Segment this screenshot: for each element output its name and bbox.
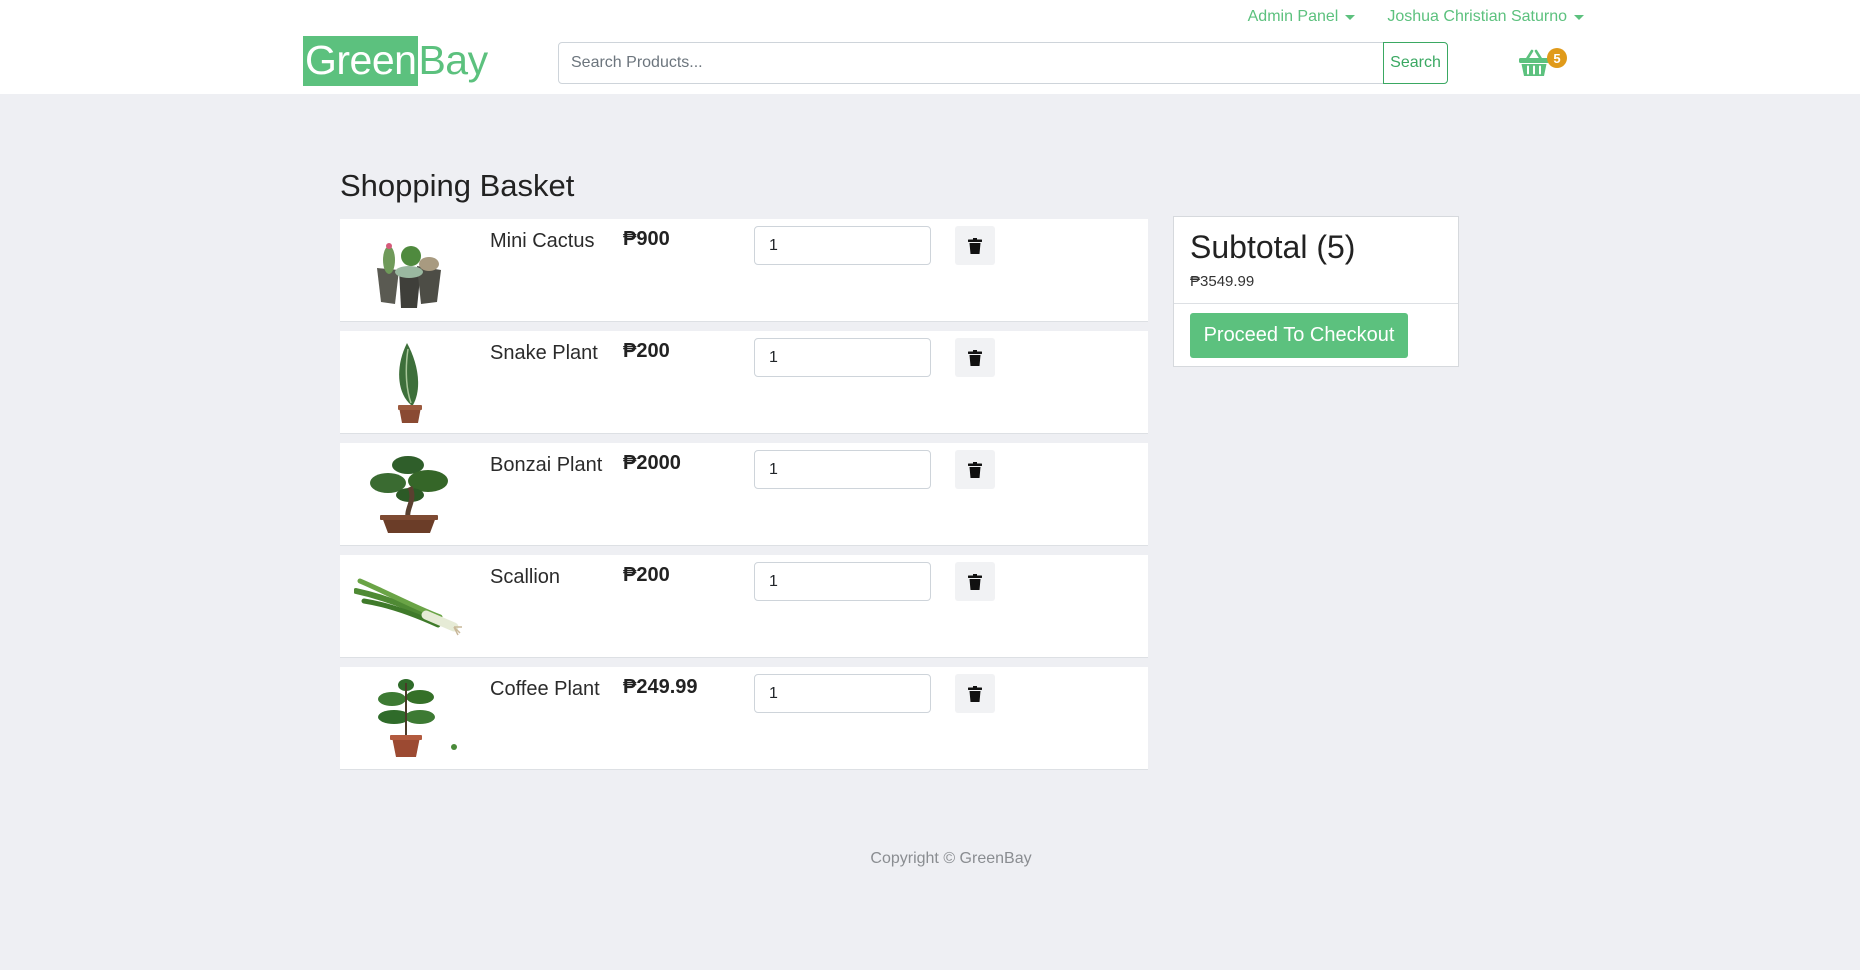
subtotal-title: Subtotal (5) — [1190, 229, 1356, 265]
top-nav: Admin Panel Joshua Christian Saturno — [1248, 8, 1584, 26]
quantity-input[interactable] — [754, 450, 931, 489]
basket-item: Mini Cactus ₱900 — [340, 219, 1148, 322]
cactus-image[interactable] — [354, 227, 464, 313]
basket-item: Coffee Plant ₱249.99 — [340, 667, 1148, 770]
subtotal-amount: ₱3549.99 — [1190, 273, 1255, 290]
scallion-image[interactable] — [354, 563, 464, 649]
item-price: ₱200 — [623, 340, 670, 362]
cart-button[interactable]: 5 — [1518, 46, 1567, 82]
item-name[interactable]: Bonzai Plant — [490, 453, 610, 477]
remove-item-button[interactable] — [955, 226, 995, 265]
basket-icon — [1519, 49, 1549, 76]
item-price: ₱2000 — [623, 452, 681, 474]
item-price: ₱900 — [623, 228, 670, 250]
summary-header: Subtotal (5) ₱3549.99 — [1174, 217, 1458, 304]
basket-item: Snake Plant ₱200 — [340, 331, 1148, 434]
coffee-plant-image[interactable] — [354, 675, 464, 761]
caret-down-icon — [1345, 14, 1356, 20]
quantity-input[interactable] — [754, 226, 931, 265]
user-menu-dropdown[interactable]: Joshua Christian Saturno — [1387, 8, 1584, 26]
remove-item-button[interactable] — [955, 338, 995, 377]
item-name[interactable]: Mini Cactus — [490, 229, 610, 253]
trash-icon — [968, 461, 982, 478]
quantity-input[interactable] — [754, 674, 931, 713]
trash-icon — [968, 573, 982, 590]
trash-icon — [968, 349, 982, 366]
logo-green: Green — [303, 36, 419, 86]
quantity-input[interactable] — [754, 562, 931, 601]
header: Admin Panel Joshua Christian Saturno Gre… — [0, 0, 1860, 94]
footer-copyright: Copyright © GreenBay — [870, 850, 1032, 867]
search-bar: Search — [558, 42, 1448, 84]
remove-item-button[interactable] — [955, 674, 995, 713]
greenbay-logo[interactable]: GreenBay — [303, 36, 488, 86]
search-input[interactable] — [558, 42, 1384, 84]
snake-plant-image[interactable] — [354, 339, 464, 425]
item-price: ₱200 — [623, 564, 670, 586]
user-name-label: Joshua Christian Saturno — [1387, 8, 1567, 25]
page-title: Shopping Basket — [340, 168, 575, 203]
admin-panel-label: Admin Panel — [1247, 8, 1339, 25]
bonsai-image[interactable] — [354, 451, 464, 537]
proceed-to-checkout-button[interactable]: Proceed To Checkout — [1190, 313, 1408, 358]
quantity-input[interactable] — [754, 338, 931, 377]
remove-item-button[interactable] — [955, 450, 995, 489]
logo-bay: Bay — [418, 37, 488, 83]
trash-icon — [968, 237, 982, 254]
item-name[interactable]: Coffee Plant — [490, 677, 610, 701]
basket-item: Scallion ₱200 — [340, 555, 1148, 658]
item-name[interactable]: Scallion — [490, 565, 610, 589]
item-name[interactable]: Snake Plant — [490, 341, 610, 365]
basket-list: Mini Cactus ₱900 Snake Plant ₱200 — [340, 219, 1148, 779]
search-button[interactable]: Search — [1383, 42, 1448, 84]
remove-item-button[interactable] — [955, 562, 995, 601]
admin-panel-dropdown[interactable]: Admin Panel — [1248, 8, 1356, 26]
order-summary: Subtotal (5) ₱3549.99 Proceed To Checkou… — [1173, 216, 1459, 367]
caret-down-icon — [1574, 14, 1584, 20]
cart-count-badge: 5 — [1547, 48, 1567, 68]
item-price: ₱249.99 — [623, 676, 698, 698]
trash-icon — [968, 685, 982, 702]
basket-item: Bonzai Plant ₱2000 — [340, 443, 1148, 546]
